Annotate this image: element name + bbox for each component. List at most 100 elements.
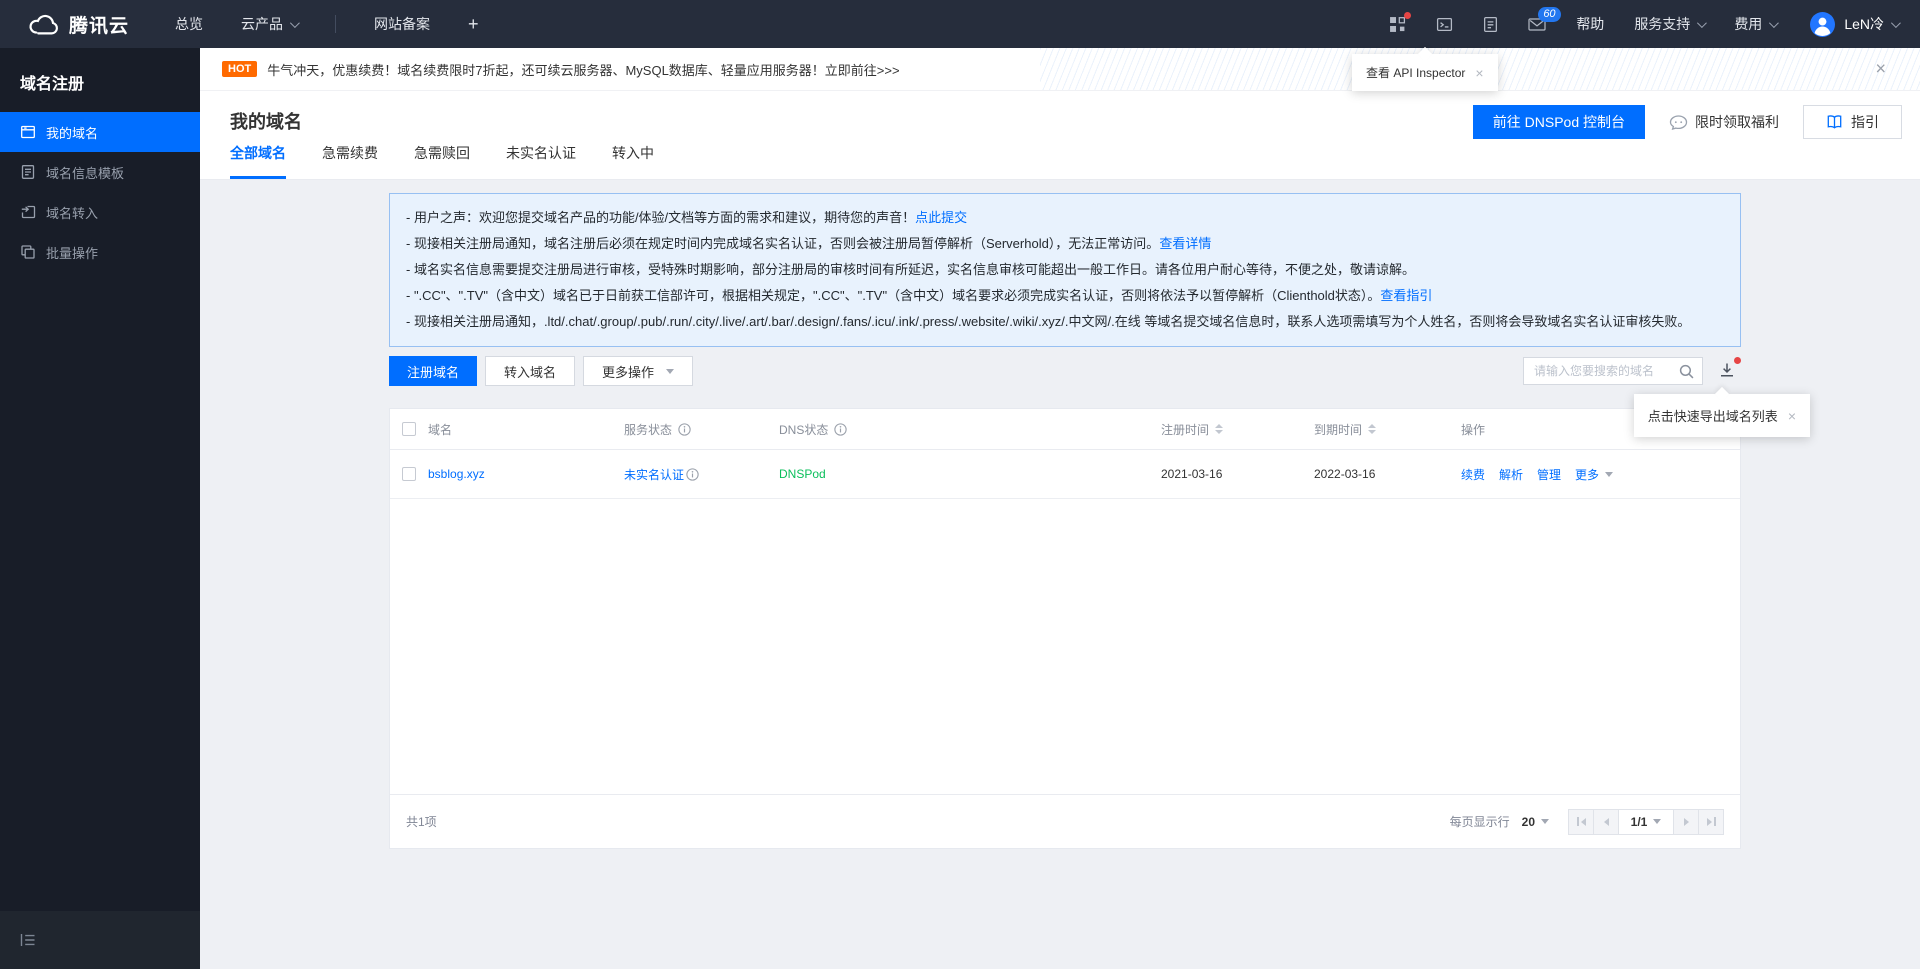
mail-badge: 60 [1538,6,1561,22]
promo-banner-text[interactable]: 牛气冲天，优惠续费！域名续费限时7折起，还可续云服务器、MySQL数据库、轻量应… [267,60,899,79]
view-guide-link[interactable]: 查看指引 [1380,288,1432,303]
search-icon[interactable] [1677,364,1702,379]
nav-support[interactable]: 服务支持 [1634,14,1708,34]
nav-billing[interactable]: 费用 [1734,14,1780,34]
nav-right: 60 帮助 服务支持 费用 LeN冷 [1359,6,1920,37]
api-inspector-tooltip-text: 查看 API Inspector [1366,66,1466,80]
notification-dot [1734,357,1741,364]
submit-feedback-link[interactable]: 点此提交 [915,210,967,225]
sidebar-item-domain-transfer-in[interactable]: 域名转入 [0,192,200,232]
manage-link[interactable]: 管理 [1537,466,1561,483]
guide-button[interactable]: 指引 [1803,105,1902,139]
tab-renew-soon[interactable]: 急需续费 [322,143,378,179]
notice-line: - 用户之声：欢迎您提交域名产品的功能/体验/文档等方面的需求和建议，期待您的声… [406,210,968,225]
service-status-link[interactable]: 未实名认证 [624,466,684,483]
sidebar-item-batch-operations[interactable]: 批量操作 [0,232,200,272]
chevron-down-icon [1769,17,1780,28]
tabs: 全部域名 急需续费 急需赎回 未实名认证 转入中 [230,143,690,179]
per-page-label: 每页显示行 [1449,815,1510,829]
tab-transferring-in[interactable]: 转入中 [612,143,654,179]
table-empty-space [390,499,1740,794]
register-domain-button[interactable]: 注册域名 [389,356,478,386]
renew-link[interactable]: 续费 [1461,466,1485,483]
collapse-sidebar-icon[interactable] [20,933,36,947]
info-icon[interactable] [678,422,691,436]
caret-down-icon [1605,471,1614,477]
pager: 1/1 [1568,808,1724,835]
close-icon[interactable]: × [1875,59,1886,80]
avatar-icon [1810,11,1836,37]
caret-down-icon [1653,819,1662,824]
close-icon[interactable]: × [1475,65,1483,81]
nav-item-add[interactable]: + [468,14,479,35]
batch-stack-icon [20,244,46,260]
per-page-select[interactable]: 20 [1522,815,1549,829]
tab-not-verified[interactable]: 未实名认证 [506,143,576,179]
sort-icon[interactable] [1215,424,1224,434]
nav-item-overview[interactable]: 总览 [175,14,203,34]
tencent-cloud-logo[interactable]: 腾讯云 [26,11,129,38]
domains-table: 域名 服务状态 DNS状态 注册时间 到期时间 操作 bsblog.xyz 未实… [389,408,1741,849]
row-checkbox[interactable] [402,467,416,481]
prev-page-button[interactable] [1593,808,1619,835]
tab-redeem-soon[interactable]: 急需赎回 [414,143,470,179]
header-actions: 前往 DNSPod 控制台 限时领取福利 指引 [1472,105,1902,139]
document-icon[interactable] [1483,16,1498,33]
brand-name: 腾讯云 [69,15,130,37]
first-page-button[interactable] [1568,808,1594,835]
chevron-down-icon [1890,17,1901,28]
goto-dnspod-button[interactable]: 前往 DNSPod 控制台 [1472,105,1645,139]
mail-icon[interactable]: 60 [1528,6,1561,32]
col-domain: 域名 [428,422,453,437]
search-box [1523,357,1703,385]
tab-all-domains[interactable]: 全部域名 [230,143,286,179]
info-icon[interactable] [834,422,848,436]
col-service-status: 服务状态 [624,422,673,437]
transfer-domain-button[interactable]: 转入域名 [485,356,576,386]
user-name: LeN冷 [1844,16,1884,32]
dns-status: DNSPod [779,467,826,481]
page-header: 我的域名 前往 DNSPod 控制台 限时领取福利 指引 全部域名 急需续费 急… [200,91,1920,180]
next-page-button[interactable] [1673,808,1699,835]
caret-down-icon [666,368,675,374]
col-expire-time: 到期时间 [1314,422,1363,437]
cloudshell-icon[interactable] [1436,16,1453,33]
expire-date: 2022-03-16 [1314,467,1376,481]
user-menu[interactable]: LeN冷 [1810,11,1901,37]
document-icon [20,164,46,180]
sidebar-footer [0,911,200,969]
select-all-checkbox[interactable] [402,422,416,436]
sort-icon[interactable] [1368,424,1377,434]
export-download-icon[interactable] [1719,357,1741,381]
coupon-chat-icon [1669,114,1695,131]
book-icon [1826,114,1851,130]
sidebar-item-domain-info-template[interactable]: 域名信息模板 [0,152,200,192]
last-page-button[interactable] [1698,808,1724,835]
more-actions-dropdown[interactable]: 更多操作 [583,356,694,386]
domain-link[interactable]: bsblog.xyz [428,467,485,481]
api-inspector-tooltip: 查看 API Inspector × [1352,54,1498,91]
transfer-in-icon [20,204,46,220]
api-inspector-icon[interactable] [1389,11,1412,33]
chevron-down-icon [1697,17,1708,28]
sidebar-item-my-domains[interactable]: 我的域名 [0,112,200,152]
nav-item-products[interactable]: 云产品 [241,14,300,34]
resolve-link[interactable]: 解析 [1499,466,1523,483]
close-icon[interactable]: × [1788,408,1796,424]
chevron-down-icon [289,17,300,28]
benefit-link[interactable]: 限时领取福利 [1669,112,1779,132]
sidebar-title: 域名注册 [20,76,85,93]
table-row: bsblog.xyz 未实名认证 DNSPod 2021-03-16 2022-… [390,450,1740,499]
nav-help[interactable]: 帮助 [1576,14,1604,34]
top-navbar: 腾讯云 总览 云产品 网站备案 + 60 帮助 服务支持 费用 LeN冷 [0,0,1920,48]
notice-line: - 现接相关注册局通知，.ltd/.chat/.group/.pub/.run/… [406,314,1691,329]
view-details-link[interactable]: 查看详情 [1159,236,1211,251]
more-link[interactable]: 更多 [1575,466,1614,483]
table-header-row: 域名 服务状态 DNS状态 注册时间 到期时间 操作 [390,409,1740,450]
col-dns-status: DNS状态 [779,422,829,437]
page-title: 我的域名 [230,112,302,132]
page-indicator-select[interactable]: 1/1 [1618,808,1674,835]
info-icon[interactable] [686,467,699,481]
nav-item-icp[interactable]: 网站备案 [374,14,430,34]
search-input[interactable] [1524,364,1677,378]
